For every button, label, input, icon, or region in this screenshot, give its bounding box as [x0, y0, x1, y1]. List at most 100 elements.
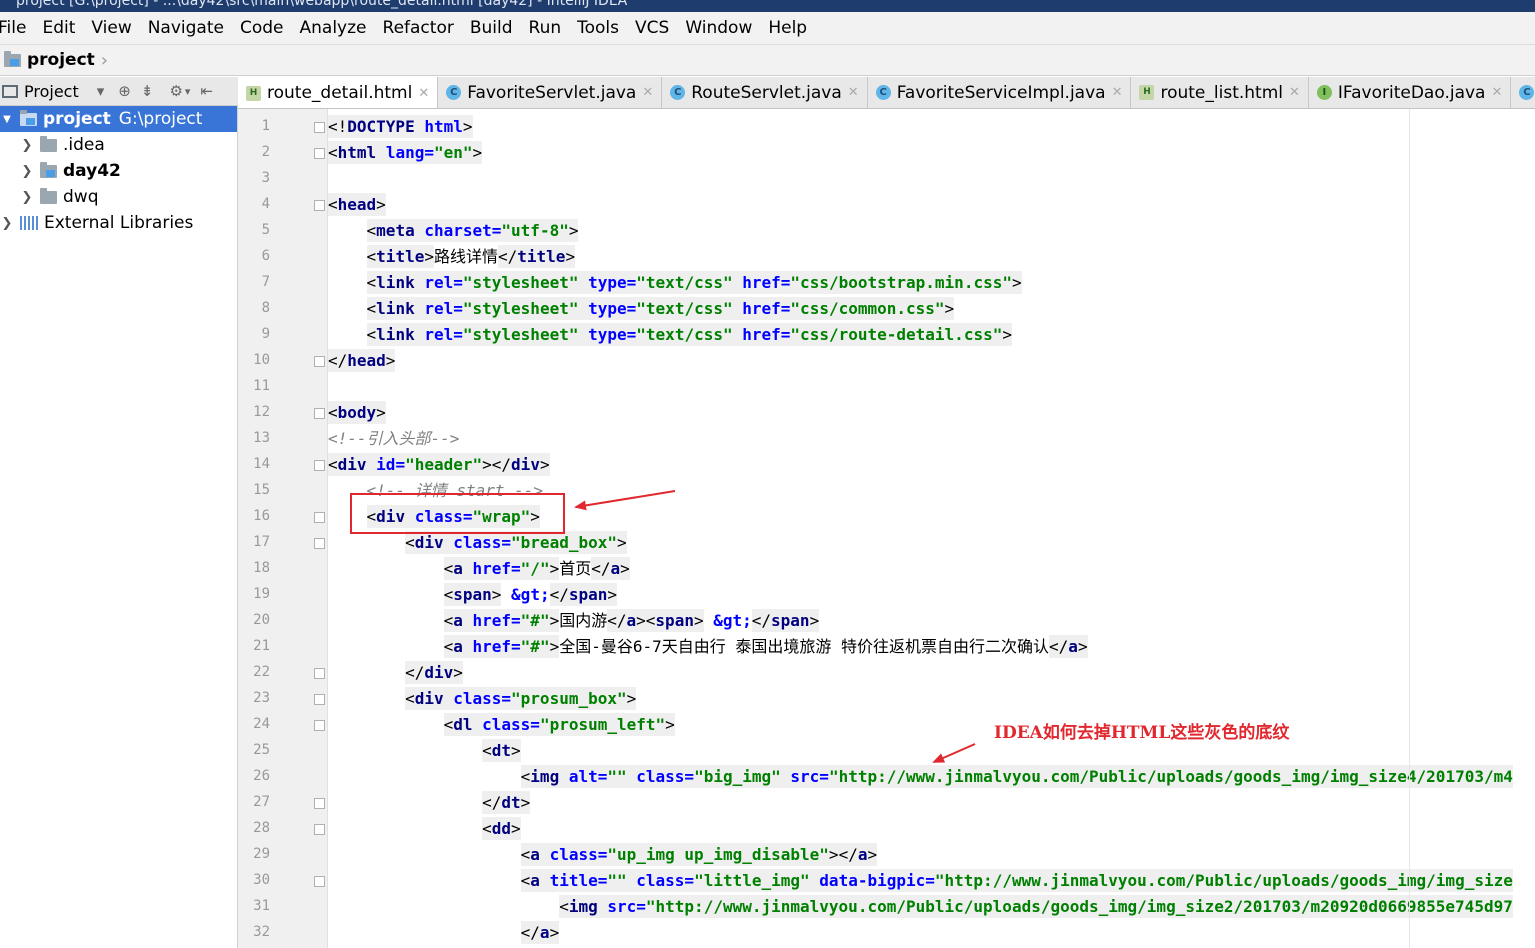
code-line[interactable]: <body> — [328, 400, 386, 426]
chevron-right-icon[interactable]: ❯ — [20, 138, 34, 153]
code-line[interactable]: <!--引入头部--> — [328, 426, 459, 452]
chevron-down-icon[interactable]: ▼ — [0, 114, 14, 125]
tab-favoriteservlet-java[interactable]: C FavoriteServlet.java ✕ — [438, 77, 663, 108]
line-number: 10 — [253, 352, 270, 368]
tab-ifavoritedao-java[interactable]: I IFavoriteDao.java ✕ — [1309, 77, 1512, 108]
fold-marker-icon[interactable] — [314, 122, 325, 133]
code-line[interactable]: <div id="header"></div> — [328, 452, 550, 478]
class-file-icon: C — [670, 85, 686, 100]
close-icon[interactable]: ✕ — [642, 85, 653, 100]
tab-favoriteserviceimpl-java[interactable]: C FavoriteServiceImpl.java ✕ — [868, 77, 1132, 108]
code-line[interactable]: <html lang="en"> — [328, 140, 483, 166]
fold-marker-icon[interactable] — [314, 538, 325, 549]
menu-build[interactable]: Build — [470, 18, 521, 38]
line-number: 31 — [253, 898, 270, 914]
fold-marker-icon[interactable] — [314, 200, 325, 211]
menu-file[interactable]: File — [0, 18, 34, 38]
fold-marker-icon[interactable] — [314, 460, 325, 471]
code-line[interactable]: </a> — [328, 920, 560, 946]
code-line[interactable]: </div> — [328, 660, 463, 686]
code-line[interactable]: <link rel="stylesheet" type="text/css" h… — [328, 270, 1022, 296]
tree-item-label: External Libraries — [44, 213, 194, 233]
tree-item-external-libraries[interactable]: ❯ External Libraries — [0, 210, 237, 236]
fold-marker-icon[interactable] — [314, 720, 325, 731]
breadcrumb-project[interactable]: project — [27, 50, 95, 70]
code-line[interactable]: <!DOCTYPE html> — [328, 114, 473, 140]
code-line[interactable]: </dt> — [328, 790, 531, 816]
code-line[interactable]: <span> &gt;</span> — [328, 582, 618, 608]
chevron-down-icon[interactable]: ▾ — [97, 82, 105, 100]
tab-route-detail-html[interactable]: Hroute_detail.html ✕ — [238, 77, 439, 108]
fold-marker-icon[interactable] — [314, 668, 325, 679]
code-line[interactable]: <meta charset="utf-8"> — [328, 218, 579, 244]
tree-item-path: G:\project — [118, 109, 203, 129]
tab-routeservlet-java[interactable]: C RouteServlet.java ✕ — [662, 77, 868, 108]
menu-refactor[interactable]: Refactor — [383, 18, 462, 38]
code-line[interactable]: <head> — [328, 192, 386, 218]
code-line[interactable]: <link rel="stylesheet" type="text/css" h… — [328, 296, 955, 322]
tree-item-label: dwq — [63, 187, 99, 207]
menu-window[interactable]: Window — [685, 18, 760, 38]
line-number: 20 — [253, 612, 270, 628]
tab-route-list-html[interactable]: Hroute_list.html ✕ — [1131, 77, 1309, 108]
code-line[interactable]: <dl class="prosum_left"> — [328, 712, 675, 738]
menu-edit[interactable]: Edit — [42, 18, 83, 38]
gear-menu-chevron-icon[interactable]: ▾ — [185, 85, 191, 98]
fold-marker-icon[interactable] — [314, 148, 325, 159]
code-line[interactable]: <dt> — [328, 738, 521, 764]
html-file-icon: H — [1139, 85, 1155, 100]
hide-panel-icon[interactable]: ⇤ — [200, 82, 213, 100]
tree-item--idea[interactable]: ❯ .idea — [0, 132, 237, 158]
code-line[interactable]: <title>路线详情</title> — [328, 244, 576, 270]
fold-marker-icon[interactable] — [314, 512, 325, 523]
fold-marker-icon[interactable] — [314, 876, 325, 887]
menu-view[interactable]: View — [91, 18, 139, 38]
close-icon[interactable]: ✕ — [848, 85, 859, 100]
line-number: 22 — [253, 664, 270, 680]
line-number: 21 — [253, 638, 270, 654]
chevron-right-icon[interactable]: ❯ — [20, 164, 34, 179]
gear-icon[interactable]: ⚙ — [169, 82, 182, 100]
window-title-bar: project [G:\project] - ...\day42\src\mai… — [0, 0, 1535, 12]
fold-marker-icon[interactable] — [314, 824, 325, 835]
code-line[interactable]: </head> — [328, 348, 396, 374]
code-line[interactable]: <a href="/">首页</a> — [328, 556, 630, 582]
locate-icon[interactable]: ⊕ — [118, 82, 131, 100]
line-number: 23 — [253, 690, 270, 706]
menu-run[interactable]: Run — [529, 18, 570, 38]
code-line[interactable]: <a href="#">全国-曼谷6-7天自由行 泰国出境旅游 特价往返机票自由… — [328, 634, 1088, 660]
code-line[interactable]: <a class="up_img up_img_disable"></a> — [328, 842, 878, 868]
chevron-right-icon[interactable]: ❯ — [20, 190, 34, 205]
close-icon[interactable]: ✕ — [1491, 85, 1502, 100]
fold-marker-icon[interactable] — [314, 408, 325, 419]
tree-item-day42[interactable]: ❯ day42 — [0, 158, 237, 184]
tab-label: FavoriteServlet.java — [467, 82, 637, 103]
tree-item-project[interactable]: ▼ project G:\project — [0, 106, 237, 132]
tree-item-dwq[interactable]: ❯ dwq — [0, 184, 237, 210]
code-line[interactable]: <a title="" class="little_img" data-bigp… — [328, 868, 1513, 894]
close-icon[interactable]: ✕ — [1112, 85, 1123, 100]
close-icon[interactable]: ✕ — [1289, 85, 1300, 100]
collapse-all-icon[interactable]: ⇟ — [141, 82, 154, 100]
menu-vcs[interactable]: VCS — [635, 18, 677, 38]
menu-code[interactable]: Code — [240, 18, 292, 38]
tab-favoritedao[interactable]: CFavoriteDao — [1511, 77, 1535, 108]
code-line[interactable]: <img src="http://www.jinmalvyou.com/Publ… — [328, 894, 1513, 920]
code-line[interactable]: <a href="#">国内游</a><span> &gt;</span> — [328, 608, 820, 634]
close-icon[interactable]: ✕ — [418, 86, 429, 101]
menu-navigate[interactable]: Navigate — [148, 18, 232, 38]
project-view-selector[interactable]: Project — [24, 82, 79, 101]
code-line[interactable]: <div class="prosum_box"> — [328, 686, 637, 712]
code-line[interactable]: <img alt="" class="big_img" src="http://… — [328, 764, 1513, 790]
line-number: 5 — [261, 222, 270, 238]
fold-marker-icon[interactable] — [314, 356, 325, 367]
fold-marker-icon[interactable] — [314, 798, 325, 809]
menu-help[interactable]: Help — [768, 18, 815, 38]
menu-analyze[interactable]: Analyze — [300, 18, 375, 38]
fold-marker-icon[interactable] — [314, 694, 325, 705]
code-line[interactable]: <dd> — [328, 816, 521, 842]
code-line[interactable]: <link rel="stylesheet" type="text/css" h… — [328, 322, 1012, 348]
menu-tools[interactable]: Tools — [577, 18, 627, 38]
line-number: 14 — [253, 456, 270, 472]
chevron-right-icon[interactable]: ❯ — [0, 216, 14, 231]
